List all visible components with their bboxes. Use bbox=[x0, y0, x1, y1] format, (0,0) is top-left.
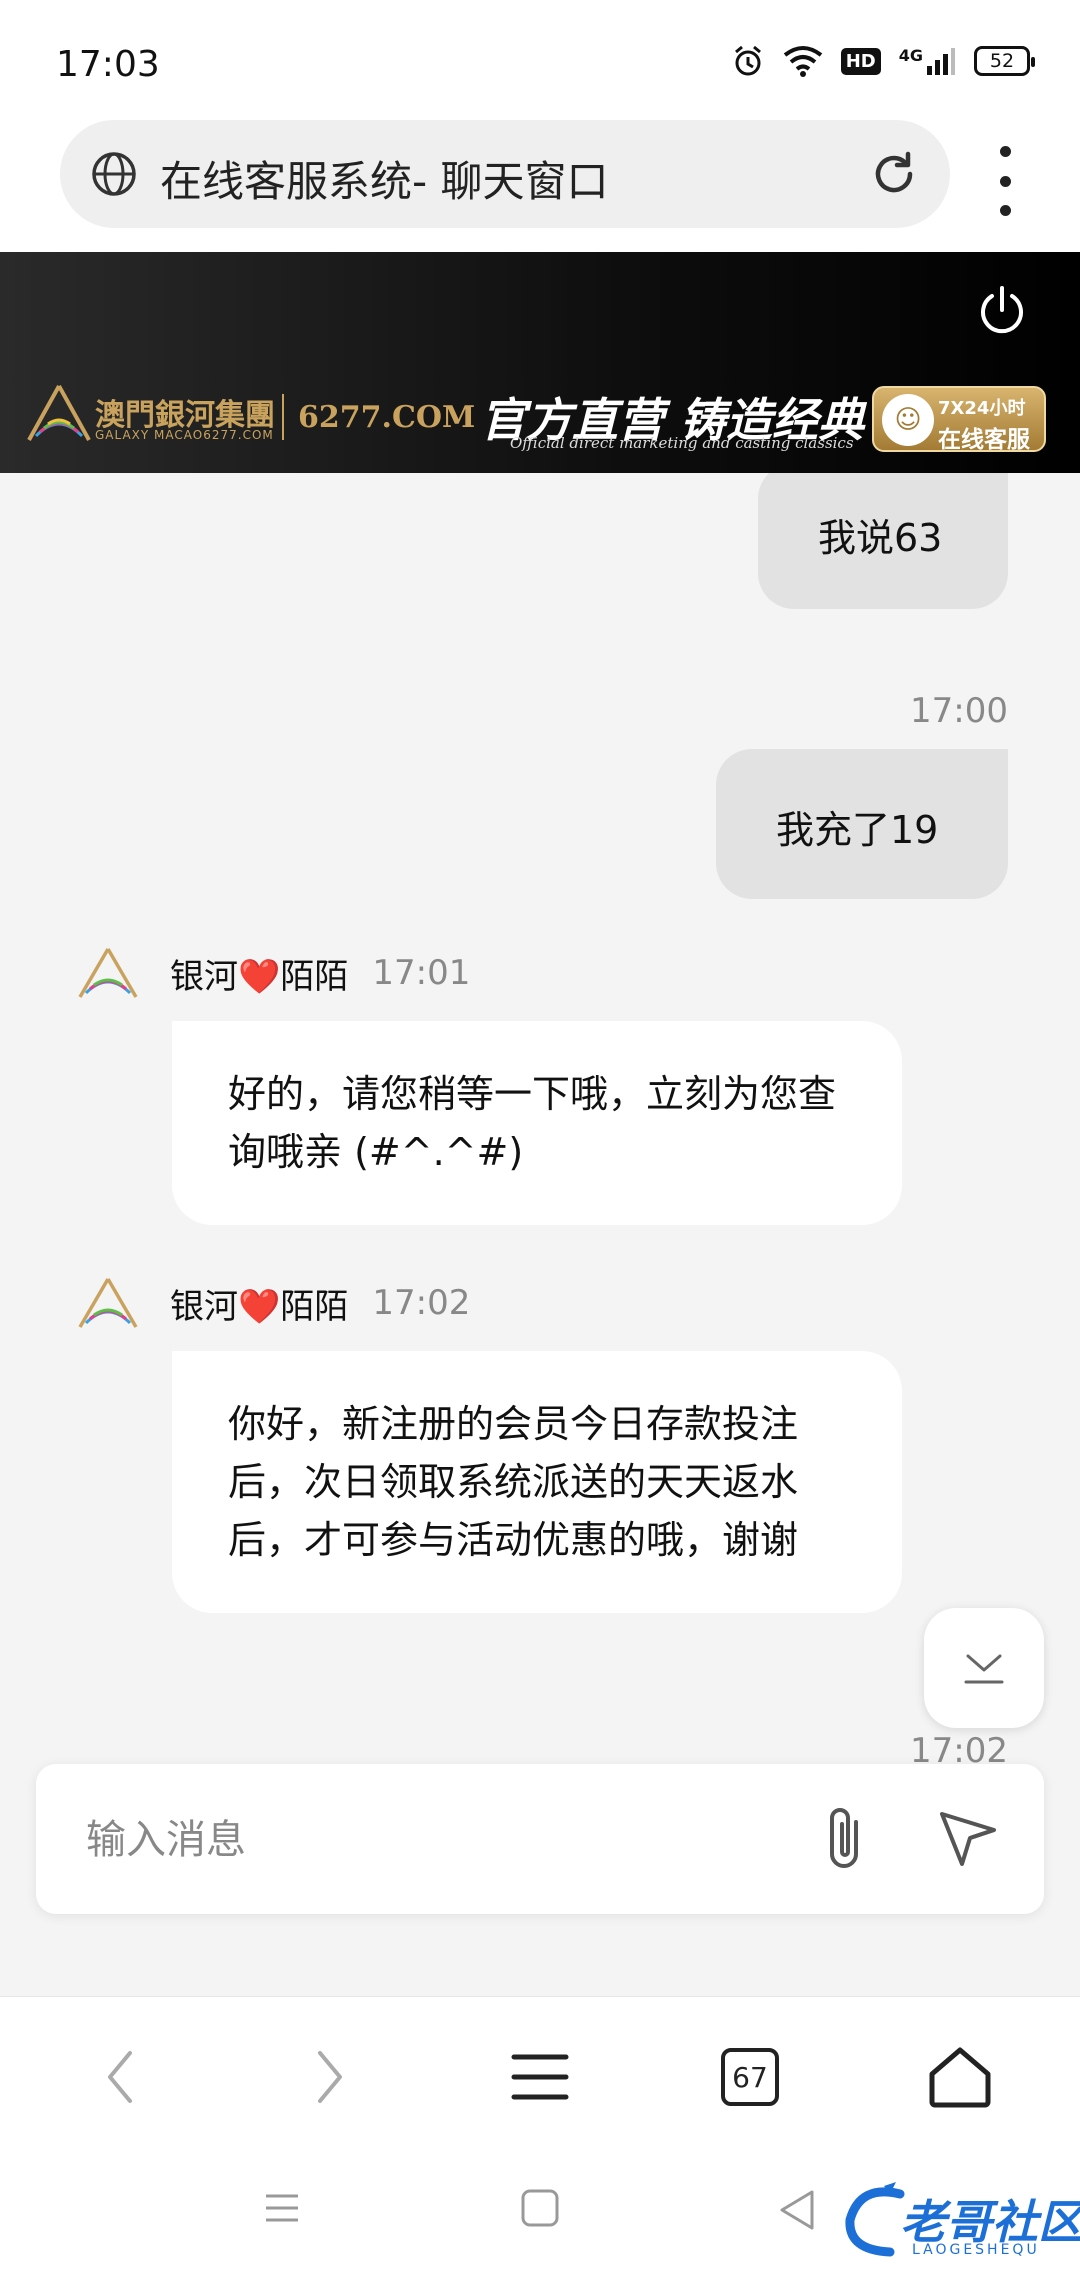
browser-toolbar: 67 bbox=[0, 1996, 1080, 2148]
watermark-subtext: LAOGESHEQU bbox=[912, 2242, 1040, 2258]
service-badge[interactable]: ☺ 7X24小时 在线客服 bbox=[872, 386, 1046, 453]
message-time: 17:00 bbox=[910, 691, 1008, 731]
message-text: 我充了19 bbox=[776, 808, 939, 852]
reload-icon[interactable] bbox=[868, 148, 920, 200]
hd-badge: HD bbox=[840, 47, 881, 75]
message-bubble-incoming: 你好，新注册的会员今日存款投注后，次日领取系统派送的天天返水后，才可参与活动优惠… bbox=[172, 1351, 902, 1613]
home-button[interactable] bbox=[920, 2037, 1000, 2117]
agent-avatar bbox=[78, 1278, 138, 1328]
wifi-icon bbox=[783, 46, 822, 77]
agent-header: 银河❤️陌陌 17:02 bbox=[76, 1277, 470, 1329]
power-icon[interactable] bbox=[974, 282, 1030, 338]
chevron-right-icon bbox=[318, 2051, 342, 2103]
battery-icon: 52 bbox=[974, 46, 1035, 76]
chevron-down-icon bbox=[964, 1654, 1004, 1684]
site-watermark: 老哥社区 LAOGESHEQU bbox=[840, 2180, 1080, 2270]
alarm-icon bbox=[734, 45, 761, 76]
message-text: 好的，请您稍等一下哦，立刻为您查询哦亲 (#^.^#) bbox=[228, 1072, 837, 1174]
message-bubble-outgoing: 我充了19 bbox=[716, 749, 1008, 899]
agent-header: 银河❤️陌陌 17:01 bbox=[76, 947, 470, 999]
back-nav-icon[interactable] bbox=[776, 2188, 816, 2232]
home-icon bbox=[929, 2047, 991, 2108]
status-time: 17:03 bbox=[56, 44, 160, 85]
network-label: 4G bbox=[898, 46, 923, 65]
brand-domain: 6277.COM bbox=[298, 400, 476, 435]
agent-name: 银河❤️陌陌 bbox=[170, 1286, 349, 1327]
paperclip-icon[interactable] bbox=[820, 1804, 872, 1874]
globe-icon bbox=[92, 152, 136, 196]
tab-count: 67 bbox=[721, 2048, 779, 2106]
scroll-to-bottom-button[interactable] bbox=[924, 1608, 1044, 1728]
recents-icon[interactable] bbox=[262, 2188, 302, 2228]
site-banner: 澳門銀河集團 GALAXY MACAO6277.COM 6277.COM 官方直… bbox=[0, 252, 1080, 473]
signal-icon bbox=[927, 48, 955, 75]
status-bar: 17:03 HD 4G 52 bbox=[0, 0, 1080, 120]
brand-subtitle: GALAXY MACAO6277.COM bbox=[95, 428, 274, 442]
message-bubble-outgoing: 我说63 bbox=[758, 473, 1008, 609]
message-composer bbox=[36, 1764, 1044, 1914]
service-label: 在线客服 bbox=[938, 427, 1030, 453]
message-input[interactable] bbox=[86, 1810, 786, 1870]
tabs-button[interactable]: 67 bbox=[710, 2037, 790, 2117]
menu-button[interactable] bbox=[500, 2037, 580, 2117]
overflow-menu-button[interactable] bbox=[990, 146, 1020, 216]
chevron-left-icon bbox=[108, 2051, 132, 2103]
hamburger-icon bbox=[511, 2054, 569, 2100]
battery-level: 52 bbox=[989, 50, 1015, 72]
send-icon[interactable] bbox=[936, 1808, 998, 1870]
forward-button[interactable] bbox=[290, 2037, 370, 2117]
network-type: 4G bbox=[899, 46, 956, 76]
home-nav-icon[interactable] bbox=[520, 2188, 560, 2228]
url-field[interactable]: 在线客服系统- 聊天窗口 bbox=[60, 120, 950, 228]
status-icons: HD 4G 52 bbox=[731, 44, 1035, 78]
message-bubble-incoming: 好的，请您稍等一下哦，立刻为您查询哦亲 (#^.^#) bbox=[172, 1021, 902, 1225]
brand-divider bbox=[282, 394, 284, 440]
message-time: 17:02 bbox=[372, 1283, 471, 1323]
back-button[interactable] bbox=[80, 2037, 160, 2117]
message-text: 我说63 bbox=[818, 516, 943, 560]
banner-slogan-en: Official direct marketing and casting cl… bbox=[510, 434, 854, 452]
agent-avatar bbox=[78, 948, 138, 998]
address-bar: 在线客服系统- 聊天窗口 bbox=[0, 110, 1080, 252]
page-title: 在线客服系统- 聊天窗口 bbox=[160, 157, 609, 206]
galaxy-logo-icon bbox=[27, 385, 91, 441]
message-text: 你好，新注册的会员今日存款投注后，次日领取系统派送的天天返水后，才可参与活动优惠… bbox=[228, 1402, 799, 1562]
agent-face-icon: ☺ bbox=[882, 394, 934, 446]
agent-name: 银河❤️陌陌 bbox=[170, 956, 349, 997]
service-hours: 7X24小时 bbox=[938, 398, 1026, 419]
message-time: 17:01 bbox=[372, 953, 471, 993]
